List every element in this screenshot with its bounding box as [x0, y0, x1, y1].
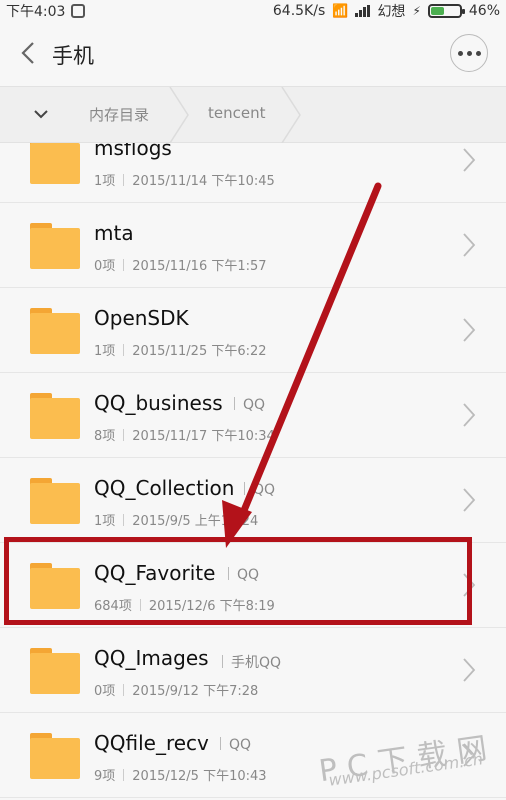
charging-icon: ⚡: [412, 4, 421, 18]
chevron-left-icon: [21, 42, 34, 64]
item-count: 1项: [94, 174, 116, 189]
modified-date: 2015/11/14 下午10:45: [132, 174, 275, 189]
folder-row-msflogs[interactable]: msflogs 1项 2015/11/14 下午10:45: [0, 143, 506, 203]
folder-icon: [30, 143, 80, 184]
modified-date: 2015/12/6 下午8:19: [148, 599, 275, 614]
folder-row-mta[interactable]: mta 0项 2015/11/16 下午1:57: [0, 203, 506, 288]
modified-date: 2015/9/5 上午10:24: [132, 514, 259, 529]
notification-app-icon: [71, 4, 86, 18]
folder-tag: QQ: [234, 397, 265, 413]
folder-icon: [30, 393, 80, 439]
breadcrumb-separator-icon: [280, 86, 302, 144]
more-button[interactable]: [450, 34, 488, 72]
item-count: 0项: [94, 684, 116, 699]
item-count: 684项: [94, 599, 132, 614]
folder-name: QQfile_recv: [94, 731, 209, 755]
folder-icon: [30, 308, 80, 354]
folder-meta: 0项 2015/11/16 下午1:57: [94, 255, 267, 274]
folder-icon: [30, 478, 80, 524]
chevron-right-icon: [463, 318, 476, 342]
breadcrumb: 内存目录 tencent: [0, 86, 506, 144]
folder-tag: QQ: [228, 567, 259, 583]
chevron-right-icon: [463, 233, 476, 257]
wifi-icon: 📶: [332, 3, 349, 19]
folder-meta: 1项 2015/11/25 下午6:22: [94, 340, 267, 359]
folder-meta: 0项 2015/9/12 下午7:28: [94, 680, 258, 699]
status-time: 下午4:03: [6, 4, 66, 20]
folder-meta: 1项 2015/11/14 下午10:45: [94, 170, 275, 189]
net-speed: 64.5K/s: [272, 3, 326, 19]
folder-name: QQ_Images: [94, 646, 209, 670]
breadcrumb-item-storage[interactable]: 内存目录: [89, 104, 149, 125]
file-list: msflogs 1项 2015/11/14 下午10:45 mta 0项 2015/…: [0, 143, 506, 800]
breadcrumb-item-tencent[interactable]: tencent: [208, 104, 265, 122]
chevron-right-icon: [463, 403, 476, 427]
folder-row-qq-images[interactable]: QQ_Images 手机QQ 0项 2015/9/12 下午7:28: [0, 628, 506, 713]
chevron-right-icon: [463, 488, 476, 512]
folder-row-qq-business[interactable]: QQ_business QQ 8项 2015/11/17 下午10:34: [0, 373, 506, 458]
back-button[interactable]: [14, 37, 42, 69]
folder-tag: 手机QQ: [222, 652, 281, 672]
folder-name: mta: [94, 221, 134, 245]
folder-row-qq-favorite[interactable]: QQ_Favorite QQ 684项 2015/12/6 下午8:19: [0, 543, 506, 628]
breadcrumb-toggle[interactable]: [28, 101, 54, 127]
chevron-right-icon: [463, 148, 476, 172]
folder-name: QQ_Favorite: [94, 561, 216, 585]
folder-name: msflogs: [94, 143, 172, 160]
chevron-right-icon: [463, 573, 476, 597]
folder-name: OpenSDK: [94, 306, 189, 330]
folder-meta: 684项 2015/12/6 下午8:19: [94, 595, 275, 614]
modified-date: 2015/11/17 下午10:34: [132, 429, 275, 444]
folder-icon: [30, 223, 80, 269]
page-title: 手机: [52, 44, 94, 68]
modified-date: 2015/11/25 下午6:22: [132, 344, 267, 359]
carrier-name: 幻想: [377, 4, 406, 20]
folder-name: QQ_Collection: [94, 476, 235, 500]
folder-name: QQ_business: [94, 391, 223, 415]
status-right: 64.5K/s 📶 幻想 ⚡ 46%: [273, 1, 500, 21]
battery-percent: 46%: [468, 3, 500, 19]
modified-date: 2015/9/12 下午7:28: [132, 684, 259, 699]
folder-icon: [30, 648, 80, 694]
status-bar: 下午4:03 64.5K/s 📶 幻想 ⚡ 46%: [0, 0, 506, 20]
folder-tag: QQ: [220, 737, 251, 753]
folder-meta: 9项 2015/12/5 下午10:43: [94, 765, 267, 784]
chevron-right-icon: [463, 658, 476, 682]
folder-row-opensdk[interactable]: OpenSDK 1项 2015/11/25 下午6:22: [0, 288, 506, 373]
title-bar: 手机: [0, 20, 506, 86]
folder-icon: [30, 733, 80, 779]
folder-tag: QQ: [244, 482, 275, 498]
battery-icon: [427, 4, 465, 18]
folder-meta: 1项 2015/9/5 上午10:24: [94, 510, 258, 529]
folder-row-qq-collection[interactable]: QQ_Collection QQ 1项 2015/9/5 上午10:24: [0, 458, 506, 543]
folder-meta: 8项 2015/11/17 下午10:34: [94, 425, 275, 444]
folder-icon: [30, 563, 80, 609]
modified-date: 2015/12/5 下午10:43: [132, 769, 267, 784]
status-left: 下午4:03: [6, 1, 86, 21]
item-count: 8项: [94, 429, 116, 444]
item-count: 9项: [94, 769, 116, 784]
item-count: 0项: [94, 259, 116, 274]
item-count: 1项: [94, 344, 116, 359]
signal-icon: [355, 5, 371, 17]
more-dots-icon: [457, 50, 463, 56]
chevron-down-icon: [34, 110, 48, 119]
modified-date: 2015/11/16 下午1:57: [132, 259, 267, 274]
breadcrumb-separator-icon: [168, 86, 190, 144]
item-count: 1项: [94, 514, 116, 529]
